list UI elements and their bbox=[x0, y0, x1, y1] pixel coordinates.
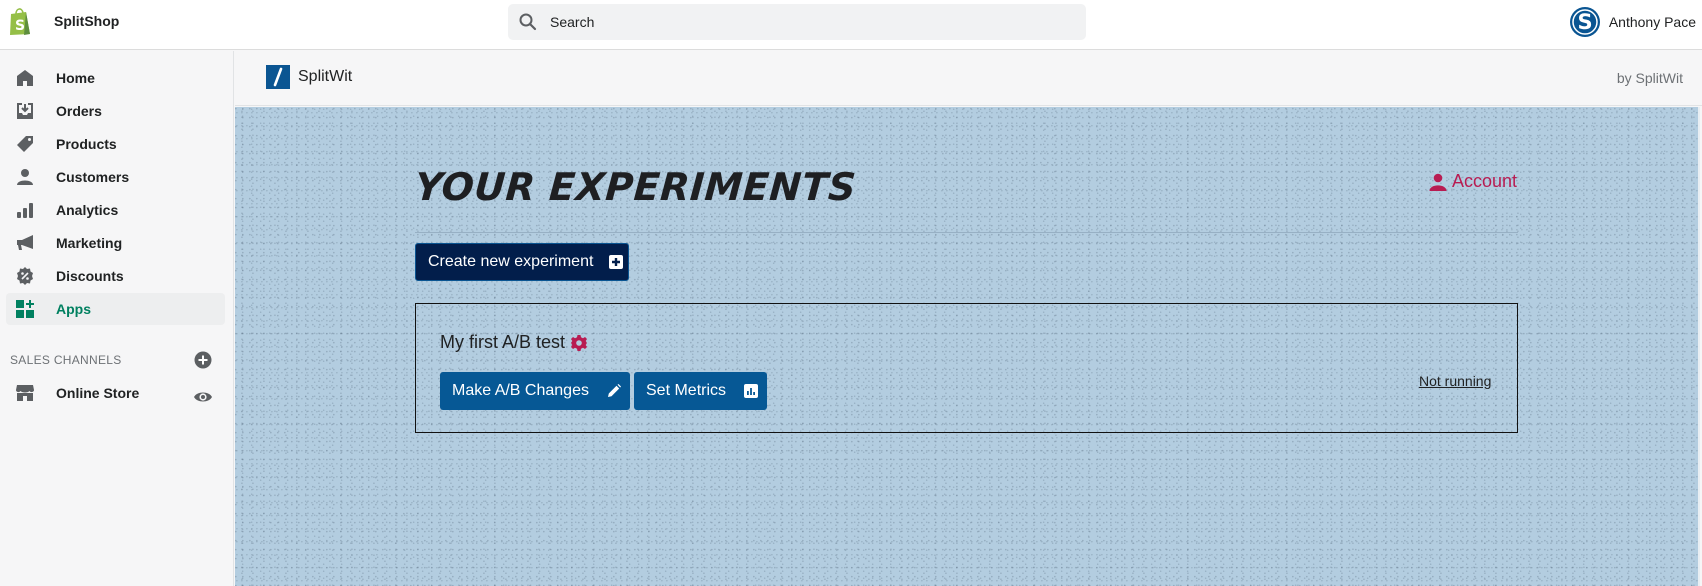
gear-icon[interactable] bbox=[570, 334, 588, 352]
set-metrics-label: Set Metrics bbox=[646, 382, 727, 399]
app-name: SplitWit bbox=[298, 68, 353, 85]
sidebar-item-apps[interactable]: Apps bbox=[6, 293, 225, 325]
top-bar: S SplitShop S Anthony Pace bbox=[0, 0, 1702, 50]
plus-square-icon bbox=[609, 255, 624, 269]
home-icon bbox=[15, 68, 35, 88]
experiment-title: My first A/B test bbox=[440, 332, 588, 353]
splitwit-logo-icon bbox=[266, 65, 290, 89]
sidebar-item-orders[interactable]: Orders bbox=[6, 95, 225, 127]
experiment-card: My first A/B test Make A/B Changes Set M… bbox=[415, 303, 1518, 433]
person-icon bbox=[15, 167, 35, 187]
app-content: YOUR EXPERIMENTS Account Create new expe… bbox=[235, 107, 1700, 586]
sales-channels-heading: SALES CHANNELS bbox=[10, 353, 122, 367]
orders-icon bbox=[15, 101, 35, 121]
create-experiment-button[interactable]: Create new experiment bbox=[415, 243, 629, 281]
sidebar-item-discounts[interactable]: Discounts bbox=[6, 260, 225, 292]
user-menu[interactable]: S Anthony Pace bbox=[1569, 6, 1696, 38]
search-input[interactable] bbox=[550, 14, 1070, 30]
avatar: S bbox=[1569, 7, 1600, 37]
pencil-icon bbox=[607, 384, 621, 397]
store-name: SplitShop bbox=[54, 13, 120, 29]
sidebar: Home Orders Products Customers Analytics… bbox=[0, 51, 234, 586]
title-divider bbox=[415, 232, 1518, 233]
sidebar-item-products[interactable]: Products bbox=[6, 128, 225, 160]
svg-text:S: S bbox=[15, 18, 25, 34]
bar-chart-icon bbox=[15, 200, 35, 220]
sidebar-item-marketing[interactable]: Marketing bbox=[6, 227, 225, 259]
account-label: Account bbox=[1452, 171, 1518, 191]
chart-square-icon bbox=[744, 384, 759, 398]
experiment-status-link[interactable]: Not running bbox=[1419, 373, 1491, 389]
sidebar-item-label: Marketing bbox=[56, 235, 123, 251]
sidebar-item-label: Customers bbox=[56, 169, 130, 185]
store-icon bbox=[15, 383, 35, 403]
page-title: YOUR EXPERIMENTS bbox=[413, 165, 858, 209]
sidebar-item-customers[interactable]: Customers bbox=[6, 161, 225, 193]
sidebar-item-home[interactable]: Home bbox=[6, 62, 225, 94]
experiment-name: My first A/B test bbox=[440, 332, 566, 352]
sidebar-item-label: Orders bbox=[56, 103, 102, 119]
make-ab-changes-button[interactable]: Make A/B Changes bbox=[440, 372, 630, 410]
sidebar-item-label: Discounts bbox=[56, 268, 124, 284]
sidebar-item-label: Online Store bbox=[56, 385, 140, 401]
user-icon bbox=[1429, 173, 1447, 191]
create-experiment-label: Create new experiment bbox=[428, 253, 594, 270]
account-link[interactable]: Account bbox=[1429, 171, 1517, 192]
search-icon bbox=[519, 13, 537, 31]
eye-icon[interactable] bbox=[193, 387, 213, 407]
sidebar-item-label: Analytics bbox=[56, 202, 119, 218]
app-header: SplitWit by SplitWit bbox=[235, 51, 1702, 106]
app-developer: by SplitWit bbox=[1616, 70, 1683, 86]
user-name: Anthony Pace bbox=[1608, 14, 1696, 30]
search-bar[interactable] bbox=[508, 4, 1086, 40]
make-ab-changes-label: Make A/B Changes bbox=[452, 382, 589, 399]
sidebar-item-label: Home bbox=[56, 70, 95, 86]
megaphone-icon bbox=[15, 233, 35, 253]
apps-icon bbox=[15, 299, 35, 319]
store-brand[interactable]: S SplitShop bbox=[8, 6, 119, 36]
add-sales-channel-icon[interactable] bbox=[194, 351, 212, 369]
sidebar-item-label: Products bbox=[56, 136, 117, 152]
svg-text:S: S bbox=[1577, 10, 1592, 34]
set-metrics-button[interactable]: Set Metrics bbox=[634, 372, 767, 410]
discount-icon bbox=[15, 266, 35, 286]
shopify-bag-icon: S bbox=[10, 8, 30, 35]
sidebar-item-label: Apps bbox=[56, 301, 91, 317]
tag-icon bbox=[15, 134, 35, 154]
sidebar-item-online-store[interactable]: Online Store bbox=[6, 377, 186, 409]
sidebar-item-analytics[interactable]: Analytics bbox=[6, 194, 225, 226]
